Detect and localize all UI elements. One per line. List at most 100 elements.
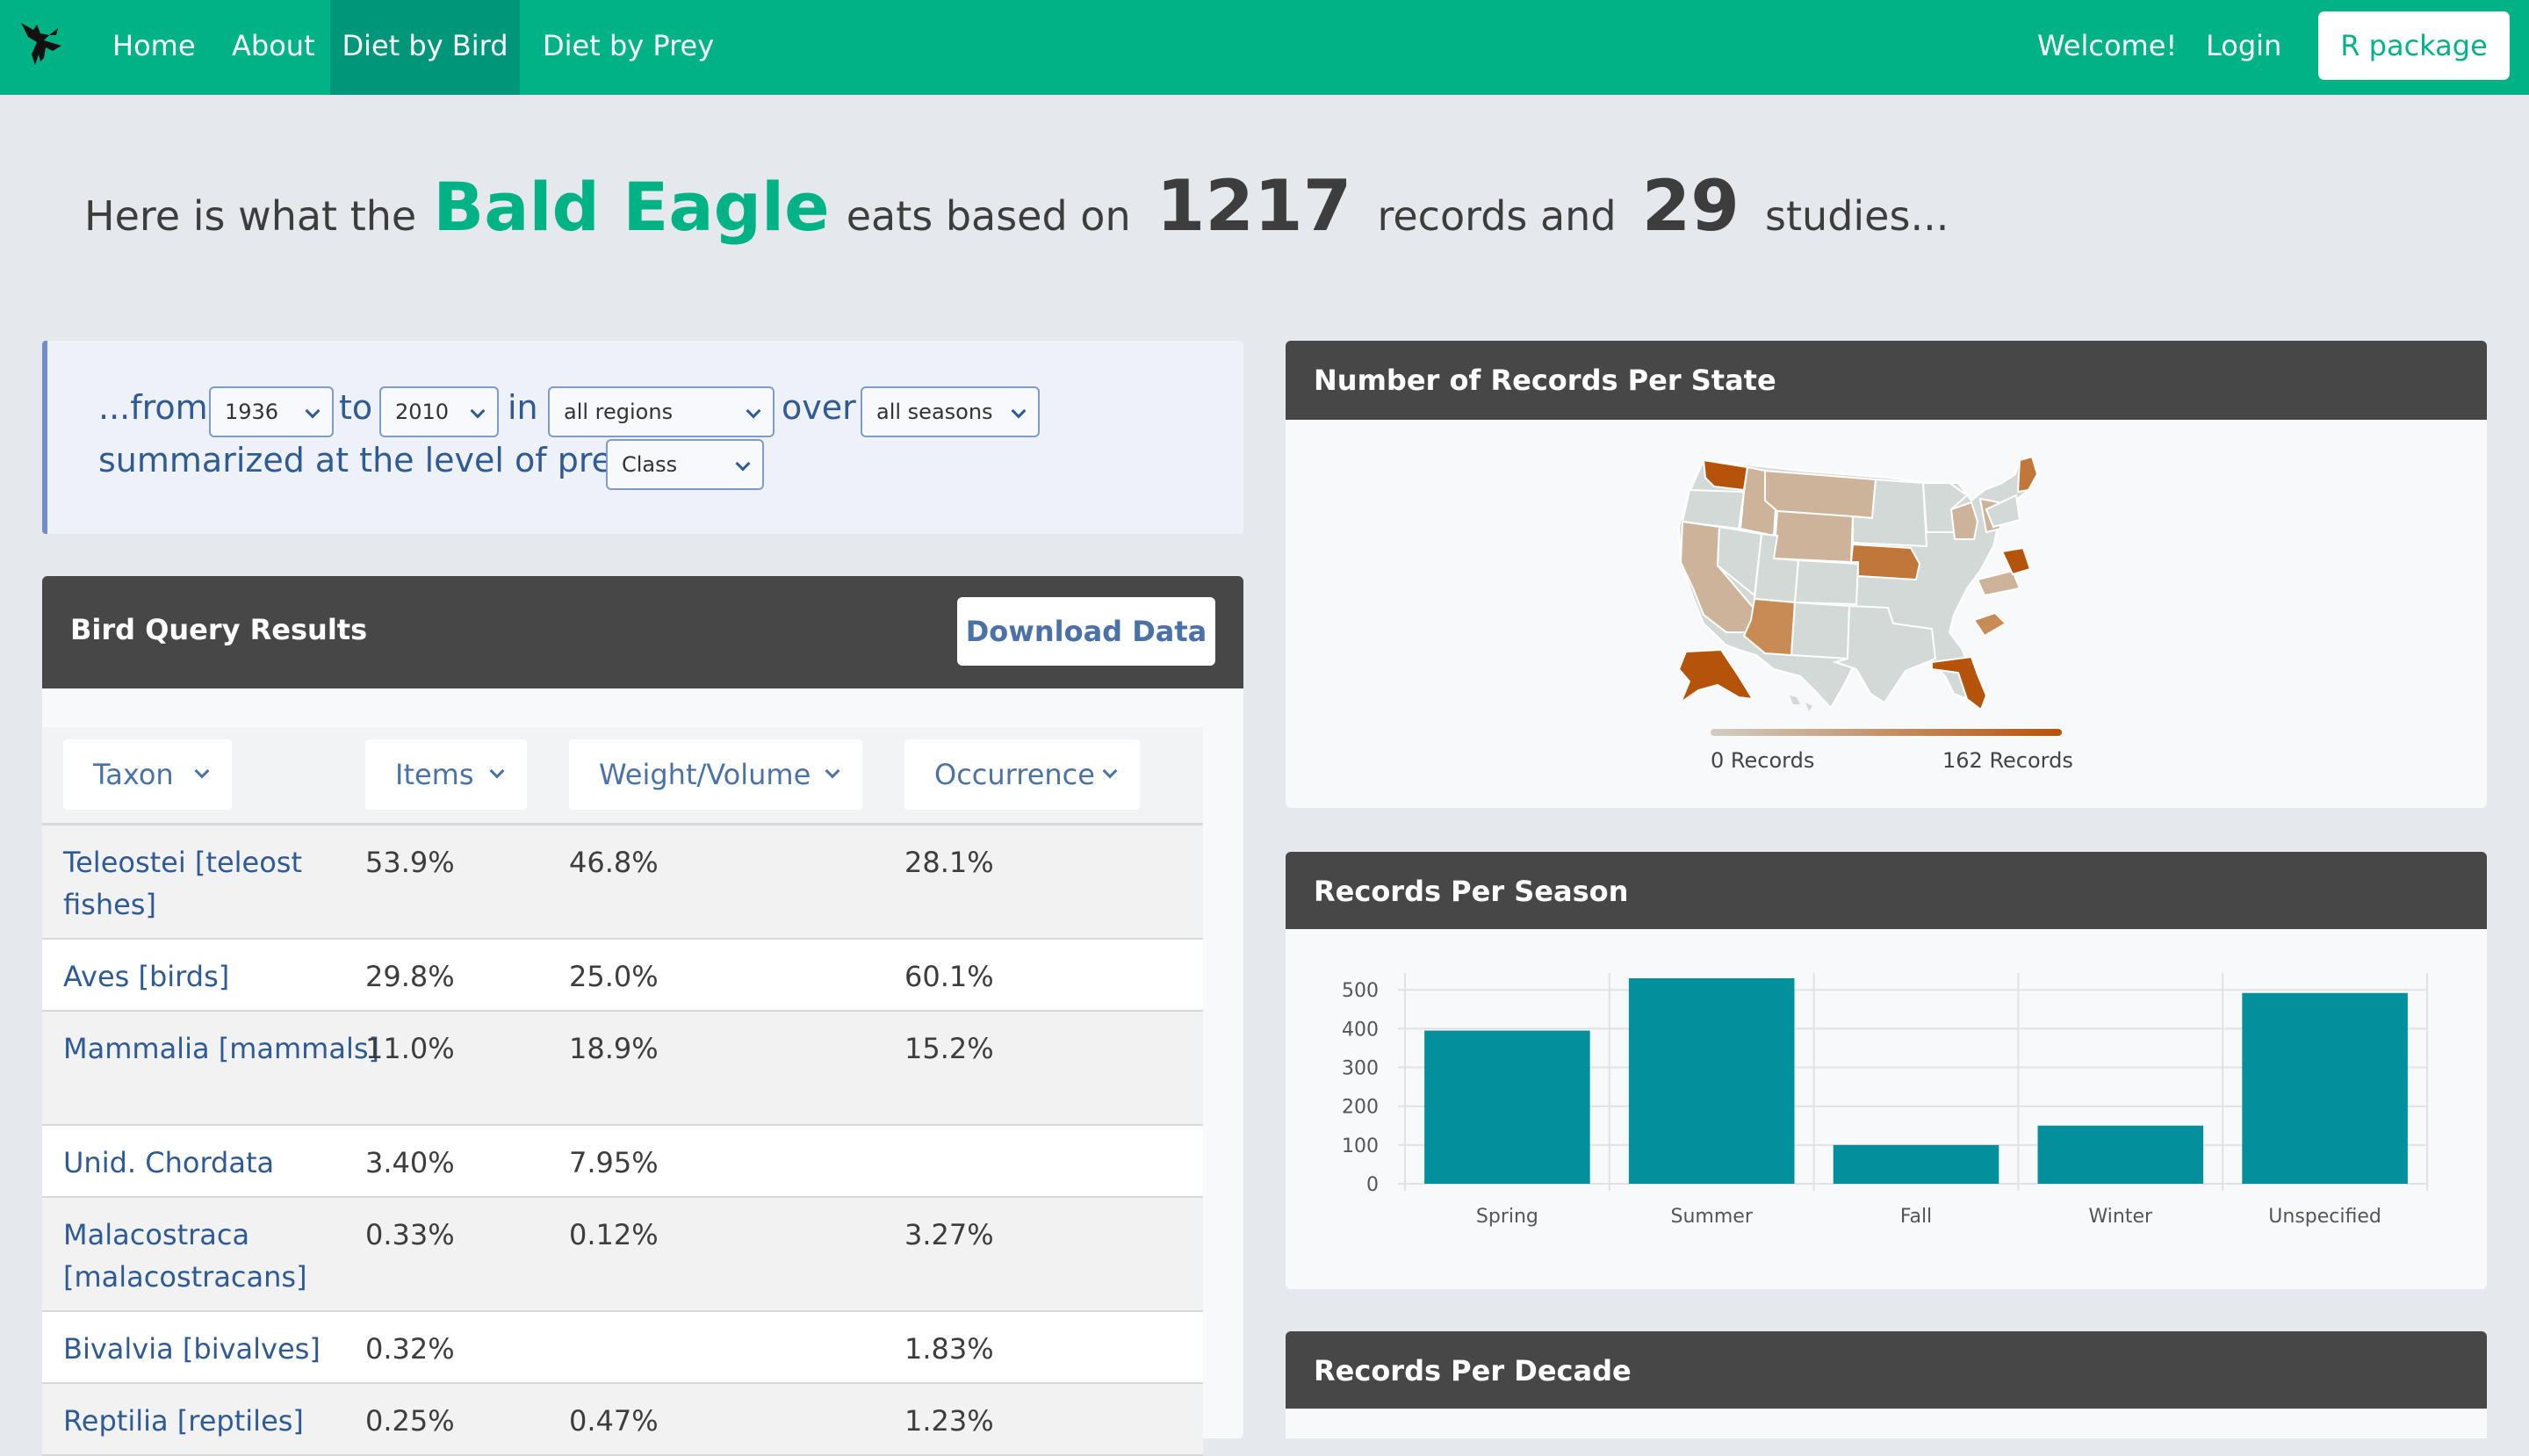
start-year-select[interactable]: 1936 (209, 386, 334, 437)
us-state-map[interactable] (1668, 448, 2099, 720)
headline-text: Here is what the (84, 192, 417, 240)
bar-winter[interactable] (2037, 1125, 2204, 1184)
taxon-link[interactable]: Aves [birds] (63, 955, 397, 998)
headline-text: studies... (1765, 192, 1949, 240)
x-tick-label: Unspecified (2268, 1206, 2381, 1228)
headline-text: eats based on (846, 192, 1131, 240)
bar-fall[interactable] (1833, 1144, 1999, 1184)
y-tick-label: 400 (1342, 1019, 1379, 1041)
y-tick-label: 0 (1366, 1174, 1379, 1196)
download-data-button[interactable]: Download Data (957, 597, 1215, 666)
taxon-link[interactable]: Mammalia [mammals] (63, 1027, 397, 1070)
map-legend-bar (1711, 729, 2062, 736)
legend-min-label: 0 Records (1711, 748, 1815, 773)
weight-value: 0.12% (569, 1218, 659, 1251)
region-select[interactable]: all regions (548, 386, 775, 437)
taxon-link[interactable]: Teleostei [teleost fishes] (63, 841, 397, 926)
x-tick-label: Summer (1671, 1206, 1754, 1228)
season-value: all seasons (876, 400, 993, 424)
items-value: 29.8% (365, 960, 455, 993)
season-bar-chart: 0 100 200 300 400 500 Spring Summer Fall Winter U… (1342, 973, 2428, 1228)
column-header: Items (395, 758, 474, 791)
y-tick-label: 100 (1342, 1135, 1379, 1157)
record-count: 1217 (1156, 165, 1352, 247)
weight-value: 18.9% (569, 1032, 659, 1065)
table-row: Reptilia [reptiles] 0.25% 0.47% 1.23% (42, 1384, 1203, 1456)
occurrence-value: 28.1% (904, 846, 994, 879)
navbar: Home About Diet by Bird Diet by Prey Wel… (0, 0, 2529, 95)
items-value: 0.33% (365, 1218, 455, 1251)
chevron-down-icon (1011, 403, 1027, 419)
nav-diet-by-bird[interactable]: Diet by Bird (330, 0, 520, 95)
taxon-link[interactable]: Unid. Chordata (63, 1142, 397, 1184)
state-nebraska[interactable] (1849, 543, 1921, 581)
sort-occurrence-button[interactable]: Occurrence (904, 739, 1140, 810)
state-maine[interactable] (2016, 455, 2039, 494)
occurrence-value: 15.2% (904, 1032, 994, 1065)
prey-level-label: summarized at the level of prey (98, 441, 632, 479)
table-row: Bivalvia [bivalves] 0.32% 1.83% (42, 1312, 1203, 1384)
occurrence-value: 1.23% (904, 1404, 994, 1438)
results-card-header: Bird Query Results Download Data (42, 576, 1243, 688)
season-title: Records Per Season (1314, 875, 1629, 908)
nav-home[interactable]: Home (95, 0, 213, 95)
nav-diet-by-prey[interactable]: Diet by Prey (525, 0, 731, 95)
y-tick-label: 300 (1342, 1058, 1379, 1080)
state-alaska[interactable] (1677, 648, 1754, 705)
table-row: Teleostei [teleost fishes] 53.9% 46.8% 2… (42, 825, 1203, 940)
column-header: Weight/Volume (599, 758, 811, 791)
items-value: 0.25% (365, 1404, 455, 1438)
state-wisconsin (1949, 501, 1979, 540)
headline-text: records and (1377, 192, 1617, 240)
state-colorado (1793, 559, 1860, 606)
items-value: 3.40% (365, 1146, 455, 1179)
chevron-down-icon (470, 403, 486, 419)
state-wyoming (1772, 509, 1855, 564)
end-year-select[interactable]: 2010 (379, 386, 499, 437)
x-tick-label: Spring (1476, 1206, 1538, 1228)
bar-spring[interactable] (1424, 1030, 1590, 1184)
weight-value: 25.0% (569, 960, 659, 993)
r-package-button[interactable]: R package (2318, 11, 2510, 80)
bird-logo-icon[interactable] (18, 16, 72, 70)
from-label: ...from (98, 388, 208, 427)
prey-level-select[interactable]: Class (606, 439, 764, 490)
nav-welcome[interactable]: Welcome! (2020, 0, 2194, 95)
end-year-value: 2010 (395, 400, 450, 424)
chevron-down-icon (194, 763, 210, 779)
chevron-down-icon (305, 403, 321, 419)
state-maryland[interactable] (2000, 546, 2032, 576)
to-label: to (339, 388, 373, 427)
items-value: 53.9% (365, 846, 455, 879)
decade-card-header: Records Per Decade (1286, 1331, 2487, 1409)
taxon-link[interactable]: Reptilia [reptiles] (63, 1400, 397, 1442)
nav-about[interactable]: About (214, 0, 333, 95)
column-header: Occurrence (934, 758, 1095, 791)
taxon-link[interactable]: Bivalvia [bivalves] (63, 1328, 397, 1370)
state-south-carolina (1972, 611, 2007, 638)
sort-items-button[interactable]: Items (365, 739, 527, 810)
chevron-down-icon (1102, 763, 1118, 779)
start-year-value: 1936 (225, 400, 279, 424)
bar-unspecified[interactable] (2242, 992, 2408, 1184)
table-row: Mammalia [mammals] 11.0% 18.9% 15.2% (42, 1012, 1203, 1126)
x-tick-label: Fall (1900, 1206, 1932, 1228)
in-label: in (508, 388, 538, 427)
occurrence-value: 3.27% (904, 1218, 994, 1251)
chevron-down-icon (746, 403, 761, 419)
filter-panel: ...from 1936 to 2010 in all regions over… (42, 341, 1243, 534)
state-new-mexico (1790, 601, 1851, 660)
taxon-link[interactable]: Malacostraca [malacostracans] (63, 1214, 397, 1298)
items-value: 11.0% (365, 1032, 455, 1065)
nav-login[interactable]: Login (2188, 0, 2299, 95)
bird-name: Bald Eagle (433, 168, 830, 246)
map-title: Number of Records Per State (1314, 364, 1776, 397)
occurrence-value: 60.1% (904, 960, 994, 993)
map-card-header: Number of Records Per State (1286, 341, 2487, 420)
bar-summer[interactable] (1628, 978, 1795, 1184)
sort-taxon-button[interactable]: Taxon (63, 739, 232, 810)
sort-weight-button[interactable]: Weight/Volume (569, 739, 862, 810)
table-row: Aves [birds] 29.8% 25.0% 60.1% (42, 940, 1203, 1012)
season-select[interactable]: all seasons (861, 386, 1040, 437)
weight-value: 0.47% (569, 1404, 659, 1438)
